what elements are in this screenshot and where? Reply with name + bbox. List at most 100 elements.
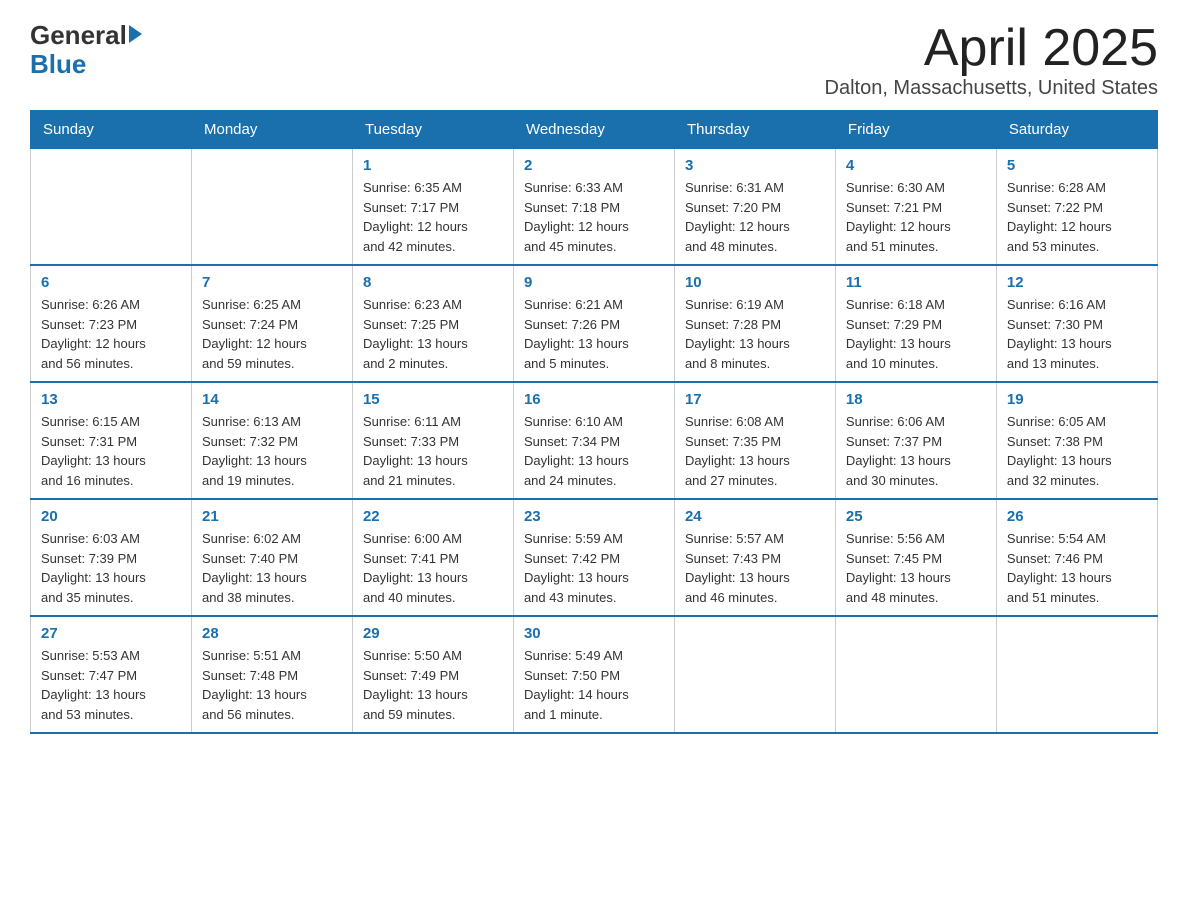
calendar-table: SundayMondayTuesdayWednesdayThursdayFrid… <box>30 110 1158 734</box>
day-number: 18 <box>846 391 986 408</box>
logo: General Blue <box>30 20 142 77</box>
day-info: Sunrise: 6:21 AM Sunset: 7:26 PM Dayligh… <box>524 295 664 373</box>
calendar-cell: 3 Sunrise: 6:31 AM Sunset: 7:20 PM Daylig… <box>674 149 835 266</box>
column-header-friday: Friday <box>835 111 996 149</box>
calendar-cell: 17Sunrise: 6:08 AM Sunset: 7:35 PM Dayli… <box>674 382 835 499</box>
calendar-week-row: 13 Sunrise: 6:15 AM Sunset: 7:31 PM Dayli… <box>31 382 1158 499</box>
calendar-cell: 6 Sunrise: 6:26 AM Sunset: 7:23 PM Daylig… <box>31 265 192 382</box>
day-info: Sunrise: 6:11 AM Sunset: 7:33 PM Dayligh… <box>363 412 503 490</box>
day-number: 3 <box>685 157 825 174</box>
calendar-cell: 16 Sunrise: 6:10 AM Sunset: 7:34 PM Dayli… <box>513 382 674 499</box>
day-number: 15 <box>363 391 503 408</box>
calendar-cell: 9Sunrise: 6:21 AM Sunset: 7:26 PM Daylig… <box>513 265 674 382</box>
day-number: 20 <box>41 508 181 525</box>
day-info: Sunrise: 6:03 AM Sunset: 7:39 PM Dayligh… <box>41 529 181 607</box>
day-info: Sunrise: 6:06 AM Sunset: 7:37 PM Dayligh… <box>846 412 986 490</box>
calendar-cell: 30 Sunrise: 5:49 AM Sunset: 7:50 PM Dayli… <box>513 616 674 733</box>
calendar-cell <box>674 616 835 733</box>
day-info: Sunrise: 5:57 AM Sunset: 7:43 PM Dayligh… <box>685 529 825 607</box>
column-header-thursday: Thursday <box>674 111 835 149</box>
logo-arrow-icon <box>129 25 142 43</box>
calendar-cell: 23 Sunrise: 5:59 AM Sunset: 7:42 PM Dayli… <box>513 499 674 616</box>
calendar-cell: 8 Sunrise: 6:23 AM Sunset: 7:25 PM Daylig… <box>352 265 513 382</box>
day-info: Sunrise: 6:30 AM Sunset: 7:21 PM Dayligh… <box>846 178 986 256</box>
calendar-week-row: 1Sunrise: 6:35 AM Sunset: 7:17 PM Daylig… <box>31 149 1158 266</box>
calendar-header-row: SundayMondayTuesdayWednesdayThursdayFrid… <box>31 111 1158 149</box>
calendar-week-row: 6 Sunrise: 6:26 AM Sunset: 7:23 PM Daylig… <box>31 265 1158 382</box>
day-info: Sunrise: 5:54 AM Sunset: 7:46 PM Dayligh… <box>1007 529 1147 607</box>
day-number: 12 <box>1007 274 1147 291</box>
calendar-cell <box>191 149 352 266</box>
day-number: 6 <box>41 274 181 291</box>
day-number: 14 <box>202 391 342 408</box>
day-info: Sunrise: 6:10 AM Sunset: 7:34 PM Dayligh… <box>524 412 664 490</box>
day-info: Sunrise: 5:51 AM Sunset: 7:48 PM Dayligh… <box>202 646 342 724</box>
day-number: 28 <box>202 625 342 642</box>
calendar-cell: 1Sunrise: 6:35 AM Sunset: 7:17 PM Daylig… <box>352 149 513 266</box>
calendar-cell: 26 Sunrise: 5:54 AM Sunset: 7:46 PM Dayli… <box>996 499 1157 616</box>
title-block: April 2025 Dalton, Massachusetts, United… <box>825 20 1159 100</box>
day-info: Sunrise: 6:35 AM Sunset: 7:17 PM Dayligh… <box>363 178 503 256</box>
day-number: 23 <box>524 508 664 525</box>
calendar-cell: 25Sunrise: 5:56 AM Sunset: 7:45 PM Dayli… <box>835 499 996 616</box>
day-number: 30 <box>524 625 664 642</box>
day-info: Sunrise: 6:00 AM Sunset: 7:41 PM Dayligh… <box>363 529 503 607</box>
logo-blue: Blue <box>30 51 86 77</box>
calendar-cell: 5Sunrise: 6:28 AM Sunset: 7:22 PM Daylig… <box>996 149 1157 266</box>
day-info: Sunrise: 5:53 AM Sunset: 7:47 PM Dayligh… <box>41 646 181 724</box>
day-number: 29 <box>363 625 503 642</box>
day-info: Sunrise: 6:16 AM Sunset: 7:30 PM Dayligh… <box>1007 295 1147 373</box>
day-info: Sunrise: 6:15 AM Sunset: 7:31 PM Dayligh… <box>41 412 181 490</box>
day-number: 26 <box>1007 508 1147 525</box>
day-number: 2 <box>524 157 664 174</box>
day-number: 22 <box>363 508 503 525</box>
day-info: Sunrise: 5:56 AM Sunset: 7:45 PM Dayligh… <box>846 529 986 607</box>
calendar-cell: 12 Sunrise: 6:16 AM Sunset: 7:30 PM Dayli… <box>996 265 1157 382</box>
day-info: Sunrise: 6:33 AM Sunset: 7:18 PM Dayligh… <box>524 178 664 256</box>
calendar-cell: 7 Sunrise: 6:25 AM Sunset: 7:24 PM Daylig… <box>191 265 352 382</box>
day-number: 27 <box>41 625 181 642</box>
day-number: 5 <box>1007 157 1147 174</box>
column-header-monday: Monday <box>191 111 352 149</box>
column-header-saturday: Saturday <box>996 111 1157 149</box>
day-info: Sunrise: 6:02 AM Sunset: 7:40 PM Dayligh… <box>202 529 342 607</box>
day-number: 13 <box>41 391 181 408</box>
calendar-cell: 18 Sunrise: 6:06 AM Sunset: 7:37 PM Dayli… <box>835 382 996 499</box>
calendar-cell: 11Sunrise: 6:18 AM Sunset: 7:29 PM Dayli… <box>835 265 996 382</box>
day-info: Sunrise: 6:31 AM Sunset: 7:20 PM Dayligh… <box>685 178 825 256</box>
calendar-cell: 29 Sunrise: 5:50 AM Sunset: 7:49 PM Dayli… <box>352 616 513 733</box>
day-number: 21 <box>202 508 342 525</box>
column-header-wednesday: Wednesday <box>513 111 674 149</box>
day-info: Sunrise: 6:26 AM Sunset: 7:23 PM Dayligh… <box>41 295 181 373</box>
day-info: Sunrise: 5:59 AM Sunset: 7:42 PM Dayligh… <box>524 529 664 607</box>
calendar-cell: 4 Sunrise: 6:30 AM Sunset: 7:21 PM Daylig… <box>835 149 996 266</box>
calendar-cell: 27 Sunrise: 5:53 AM Sunset: 7:47 PM Dayli… <box>31 616 192 733</box>
day-info: Sunrise: 6:19 AM Sunset: 7:28 PM Dayligh… <box>685 295 825 373</box>
day-info: Sunrise: 6:18 AM Sunset: 7:29 PM Dayligh… <box>846 295 986 373</box>
day-info: Sunrise: 6:05 AM Sunset: 7:38 PM Dayligh… <box>1007 412 1147 490</box>
page-header: General Blue April 2025 Dalton, Massachu… <box>30 20 1158 100</box>
day-info: Sunrise: 5:50 AM Sunset: 7:49 PM Dayligh… <box>363 646 503 724</box>
day-number: 7 <box>202 274 342 291</box>
day-info: Sunrise: 6:13 AM Sunset: 7:32 PM Dayligh… <box>202 412 342 490</box>
logo-general: General <box>30 20 127 51</box>
day-number: 16 <box>524 391 664 408</box>
calendar-cell <box>835 616 996 733</box>
day-number: 10 <box>685 274 825 291</box>
day-number: 4 <box>846 157 986 174</box>
day-number: 17 <box>685 391 825 408</box>
day-info: Sunrise: 6:23 AM Sunset: 7:25 PM Dayligh… <box>363 295 503 373</box>
calendar-cell: 15 Sunrise: 6:11 AM Sunset: 7:33 PM Dayli… <box>352 382 513 499</box>
calendar-cell: 21 Sunrise: 6:02 AM Sunset: 7:40 PM Dayli… <box>191 499 352 616</box>
day-info: Sunrise: 6:25 AM Sunset: 7:24 PM Dayligh… <box>202 295 342 373</box>
day-number: 8 <box>363 274 503 291</box>
calendar-title: April 2025 <box>825 20 1159 77</box>
day-info: Sunrise: 5:49 AM Sunset: 7:50 PM Dayligh… <box>524 646 664 724</box>
column-header-sunday: Sunday <box>31 111 192 149</box>
calendar-cell: 20 Sunrise: 6:03 AM Sunset: 7:39 PM Dayli… <box>31 499 192 616</box>
day-number: 19 <box>1007 391 1147 408</box>
calendar-cell: 28 Sunrise: 5:51 AM Sunset: 7:48 PM Dayli… <box>191 616 352 733</box>
calendar-cell: 19 Sunrise: 6:05 AM Sunset: 7:38 PM Dayli… <box>996 382 1157 499</box>
calendar-cell: 22 Sunrise: 6:00 AM Sunset: 7:41 PM Dayli… <box>352 499 513 616</box>
calendar-cell: 14 Sunrise: 6:13 AM Sunset: 7:32 PM Dayli… <box>191 382 352 499</box>
